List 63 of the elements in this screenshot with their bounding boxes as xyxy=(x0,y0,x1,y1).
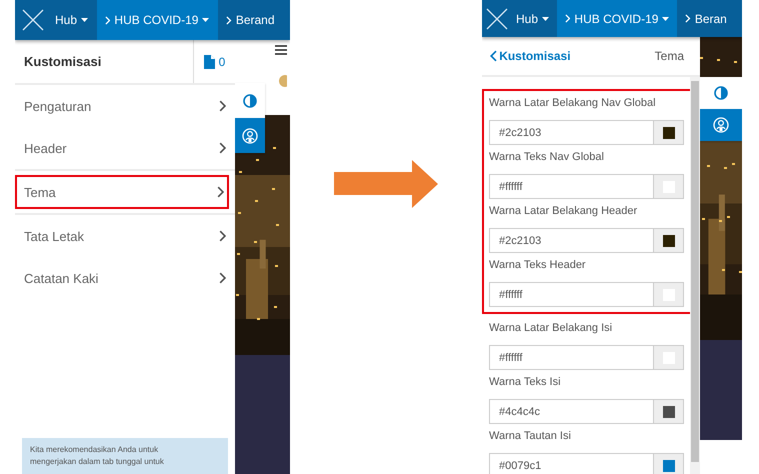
panel-title: Kustomisasi xyxy=(23,54,102,69)
hub-menu[interactable]: Hub xyxy=(512,0,558,37)
field-label: Warna Tautan Isi xyxy=(489,430,572,443)
breadcrumb-chevron-icon xyxy=(105,16,110,24)
menu-item[interactable]: Tema xyxy=(15,175,229,209)
chevron-icon xyxy=(490,50,498,62)
document-icon xyxy=(204,54,215,68)
field-label: Warna Teks Header xyxy=(489,259,587,272)
caret-icon xyxy=(662,16,670,20)
chevron-icon xyxy=(218,142,226,154)
color-swatch-button[interactable] xyxy=(654,345,684,370)
arrow-icon xyxy=(334,160,438,208)
chevron-icon xyxy=(218,230,226,242)
color-swatch-button[interactable] xyxy=(654,120,684,145)
side-tab[interactable] xyxy=(700,77,742,109)
back-link[interactable]: Kustomisasi xyxy=(482,49,655,63)
color-swatch-button[interactable] xyxy=(654,399,684,424)
breadcrumb-link[interactable]: HUB COVID-19 xyxy=(557,0,678,37)
user-icon xyxy=(242,128,258,144)
breadcrumb-link[interactable]: HUB COVID-19 xyxy=(97,0,218,40)
color-input[interactable]: #0079c1 xyxy=(489,453,654,474)
notice-text: Kita merekomendasikan Anda untuk mengerjakan dalam tab tunggal untuk xyxy=(22,438,228,474)
side-tab[interactable] xyxy=(235,83,265,118)
color-swatch-button[interactable] xyxy=(654,174,684,199)
caret-icon xyxy=(81,18,88,22)
color-input[interactable]: #2c2103 xyxy=(489,120,654,145)
caret-icon xyxy=(202,18,210,22)
logo-icon xyxy=(277,74,287,88)
close-button[interactable] xyxy=(482,0,512,37)
chevron-icon xyxy=(218,100,226,112)
close-icon xyxy=(486,8,508,30)
color-input[interactable]: #ffffff xyxy=(489,282,654,307)
color-input[interactable]: #ffffff xyxy=(489,174,654,199)
contrast-icon xyxy=(243,94,257,108)
caret-icon xyxy=(542,16,550,20)
close-icon xyxy=(22,9,44,31)
scrollbar[interactable] xyxy=(690,77,700,474)
chevron-icon xyxy=(216,186,224,198)
breadcrumb-chevron-icon xyxy=(226,16,232,24)
color-swatch-button[interactable] xyxy=(654,453,684,474)
section-title: Tema xyxy=(654,49,685,63)
breadcrumb-chevron-icon xyxy=(565,14,570,23)
color-swatch-button[interactable] xyxy=(654,282,684,307)
field-label: Warna Teks Nav Global xyxy=(489,151,605,164)
user-icon xyxy=(713,117,729,133)
chevron-icon xyxy=(218,272,226,284)
hub-menu[interactable]: Hub xyxy=(51,0,98,40)
breadcrumb-link[interactable]: Berand xyxy=(218,0,275,40)
breadcrumb-chevron-icon xyxy=(685,14,691,23)
close-button[interactable] xyxy=(15,0,51,40)
menu-icon xyxy=(275,44,287,56)
field-label: Warna Latar Belakang Isi xyxy=(489,322,614,335)
field-label: Warna Latar Belakang Header xyxy=(489,205,638,218)
side-tab[interactable] xyxy=(235,118,265,153)
field-label: Warna Latar Belakang Nav Global xyxy=(489,97,657,110)
side-tab[interactable] xyxy=(700,109,742,141)
color-input[interactable]: #2c2103 xyxy=(489,228,654,253)
color-swatch-button[interactable] xyxy=(654,228,684,253)
field-label: Warna Teks Isi xyxy=(489,376,562,389)
breadcrumb-link[interactable]: Beran xyxy=(677,0,727,37)
color-input[interactable]: #ffffff xyxy=(489,345,654,370)
contrast-icon xyxy=(714,86,728,100)
color-input[interactable]: #4c4c4c xyxy=(489,399,654,424)
